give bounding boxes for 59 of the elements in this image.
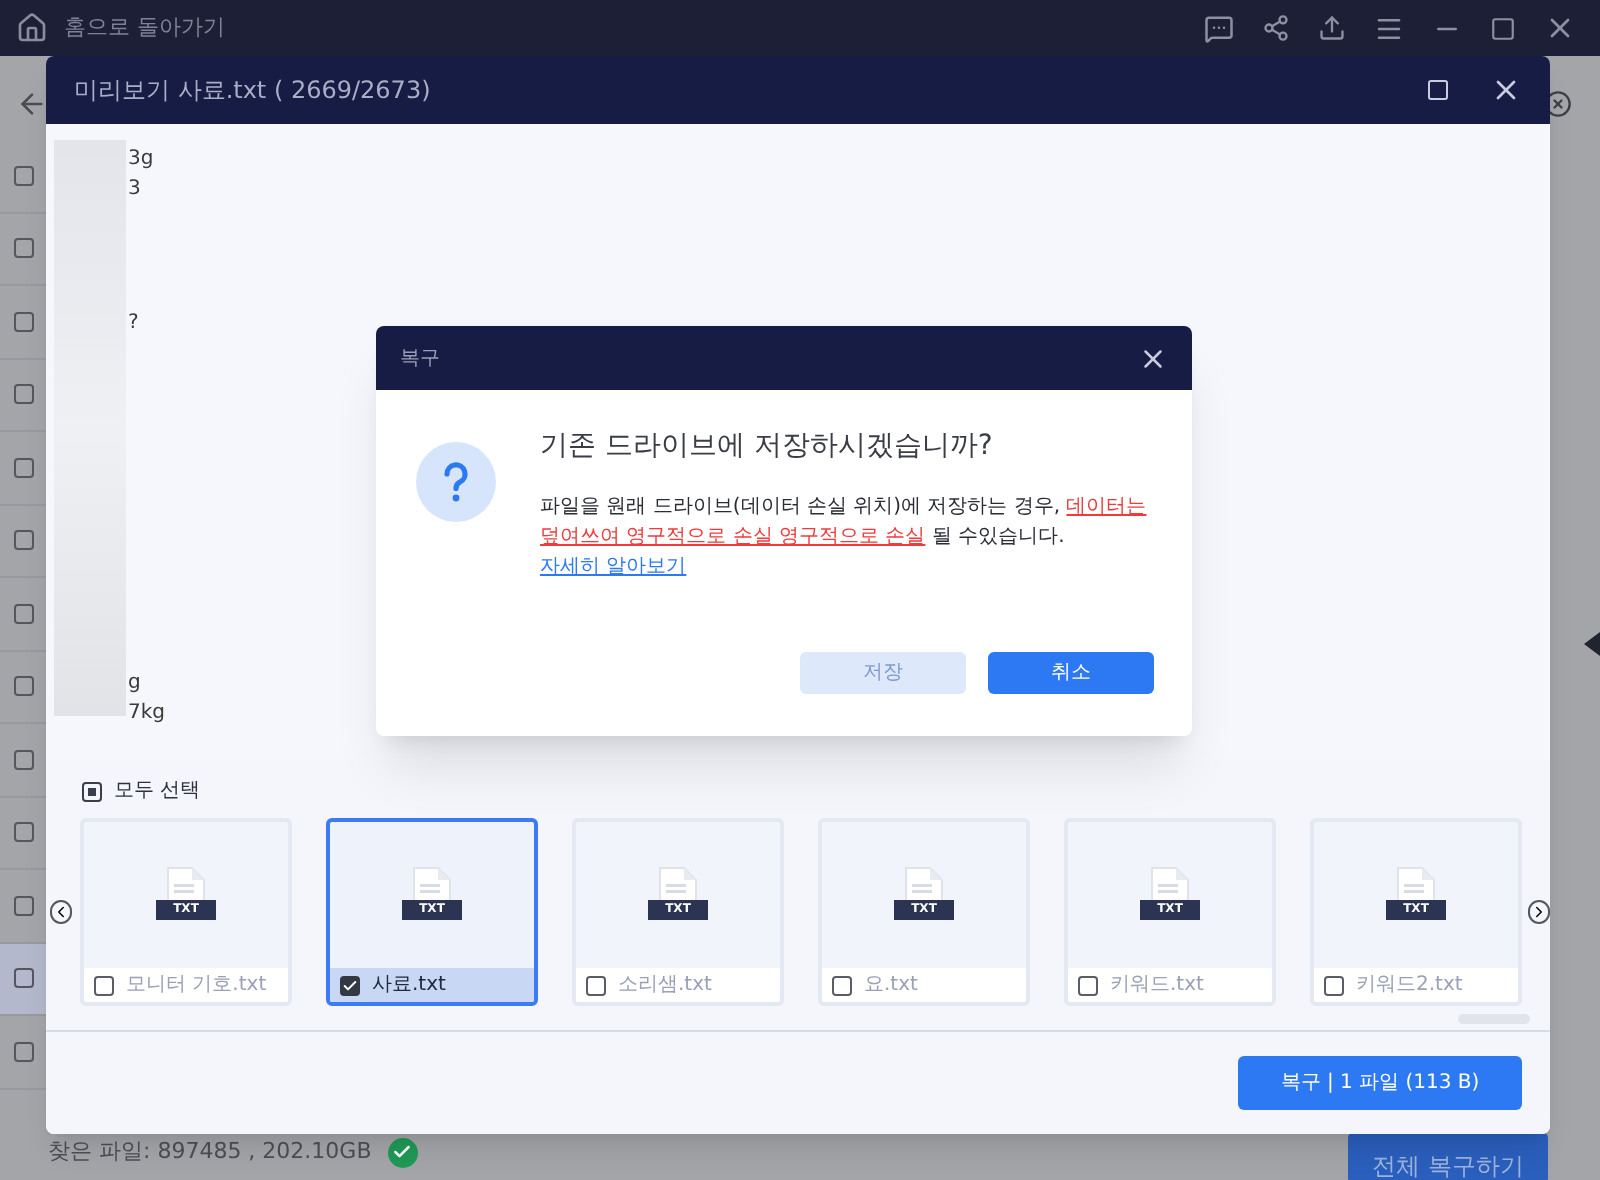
file-row[interactable] bbox=[0, 505, 46, 578]
clear-icon[interactable] bbox=[1544, 90, 1572, 118]
row-checkbox[interactable] bbox=[13, 603, 33, 624]
maximize-icon[interactable] bbox=[1490, 15, 1516, 41]
row-checkbox[interactable] bbox=[13, 457, 33, 478]
file-name: 키워드.txt bbox=[1110, 972, 1204, 1000]
row-checkbox[interactable] bbox=[13, 895, 33, 916]
file-checkbox[interactable] bbox=[586, 975, 606, 995]
file-row[interactable] bbox=[0, 943, 46, 1016]
export-icon[interactable] bbox=[1318, 14, 1346, 42]
file-checkbox[interactable] bbox=[340, 975, 360, 995]
preview-text-line: ? bbox=[128, 310, 141, 338]
row-checkbox[interactable] bbox=[13, 530, 33, 551]
preview-text-line: g bbox=[128, 670, 143, 698]
preview-text-line: 3 bbox=[128, 176, 143, 204]
row-checkbox[interactable] bbox=[13, 1041, 33, 1062]
file-name: 사료.txt bbox=[372, 972, 446, 1000]
preview-title: 미리보기 사료.txt ( 2669/2673) bbox=[74, 74, 431, 108]
row-checkbox[interactable] bbox=[13, 676, 33, 697]
row-checkbox[interactable] bbox=[13, 165, 33, 186]
home-icon[interactable] bbox=[16, 12, 48, 44]
back-home-link[interactable]: 홈으로 돌아가기 bbox=[64, 11, 225, 45]
row-checkbox[interactable] bbox=[13, 749, 33, 770]
preview-text-line: 3g bbox=[128, 146, 156, 174]
row-checkbox[interactable] bbox=[13, 384, 33, 405]
row-checkbox[interactable] bbox=[13, 238, 33, 259]
dialog-button[interactable]: 취소 bbox=[988, 652, 1154, 694]
preview-text-line: 7kg bbox=[128, 700, 166, 728]
file-checkbox[interactable] bbox=[1078, 975, 1098, 995]
file-checkbox[interactable] bbox=[94, 975, 114, 995]
file-row[interactable] bbox=[0, 651, 46, 724]
file-row[interactable] bbox=[0, 213, 46, 286]
select-all-label: 모두 선택 bbox=[114, 778, 201, 806]
row-checkbox[interactable] bbox=[13, 311, 33, 332]
file-row[interactable] bbox=[0, 359, 46, 432]
dialog-message: 파일을 원래 드라이브(데이터 손실 위치)에 저장하는 경우, 데이터는 덮여쓰여 영구적으로 손실 영구적으로 손실 될 수있습니다. bbox=[540, 494, 1149, 552]
file-checkbox[interactable] bbox=[832, 975, 852, 995]
recover-button[interactable]: 복구 | 1 파일 (113 B) bbox=[1238, 1056, 1522, 1110]
menu-icon[interactable] bbox=[1374, 13, 1404, 43]
dialog-title: 복구 bbox=[400, 345, 440, 373]
feedback-icon[interactable] bbox=[1204, 13, 1234, 43]
share-icon[interactable] bbox=[1262, 14, 1290, 42]
collapse-arrow-icon bbox=[1584, 632, 1600, 656]
next-icon[interactable] bbox=[1528, 900, 1550, 924]
previous-icon[interactable] bbox=[50, 900, 72, 924]
file-name: 소리샘.txt bbox=[618, 972, 712, 1000]
found-files-text: 찾은 파일: 897485 , 202.10GB bbox=[48, 1136, 372, 1168]
file-name: 요.txt bbox=[864, 972, 918, 1000]
maximize-icon[interactable] bbox=[1426, 78, 1450, 102]
row-checkbox[interactable] bbox=[13, 822, 33, 843]
select-all-checkbox[interactable] bbox=[82, 781, 102, 801]
file-row[interactable] bbox=[0, 797, 46, 870]
file-checkbox[interactable] bbox=[1324, 975, 1344, 995]
file-name: 키워드2.txt bbox=[1356, 972, 1463, 1000]
row-checkbox[interactable] bbox=[13, 968, 33, 989]
file-name: 모니터 기호.txt bbox=[126, 972, 267, 1000]
learn-more-link[interactable]: 자세히 알아보기 bbox=[540, 552, 687, 582]
dialog-heading: 기존 드라이브에 저장하시겠습니까? bbox=[540, 428, 995, 466]
question-icon bbox=[416, 442, 496, 522]
